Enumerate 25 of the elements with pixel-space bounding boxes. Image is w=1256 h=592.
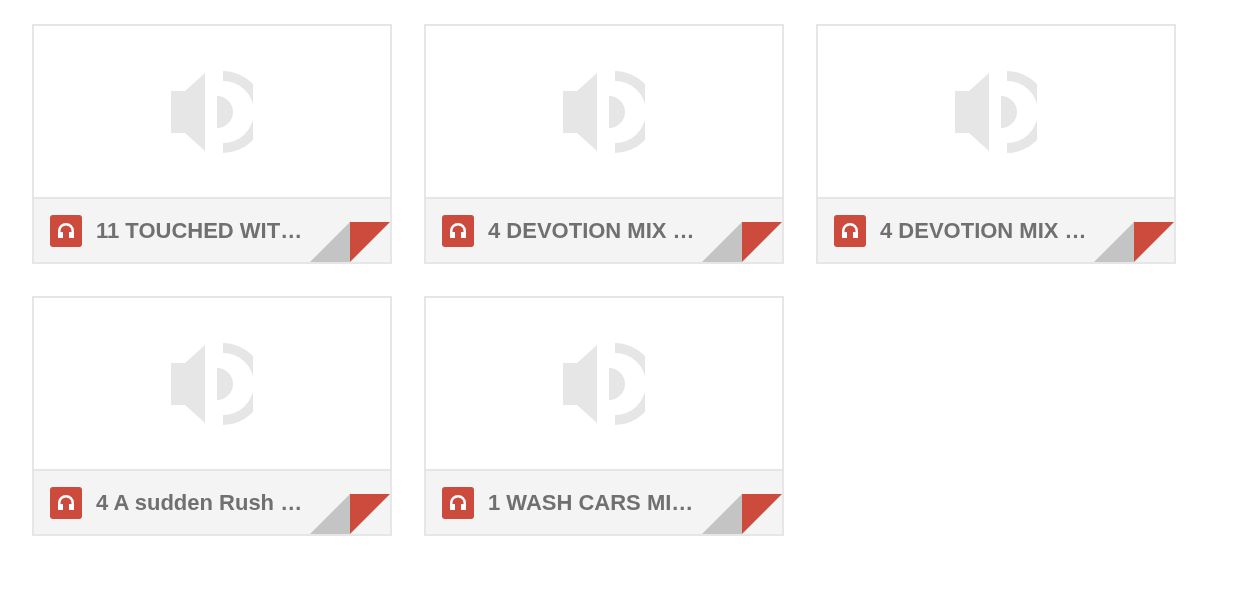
page-curl-icon (310, 494, 390, 534)
file-card[interactable]: 4 DEVOTION MIX … (816, 24, 1176, 264)
file-title: 4 A sudden Rush … (96, 489, 303, 516)
speaker-icon (563, 342, 645, 425)
headphones-icon (50, 214, 82, 247)
headphones-icon (442, 214, 474, 247)
speaker-icon (171, 342, 253, 425)
file-title: 4 DEVOTION MIX … (880, 217, 1087, 244)
file-title: 11 TOUCHED WIT… (96, 217, 303, 244)
file-card[interactable]: 4 DEVOTION MIX … (424, 24, 784, 264)
headphones-icon (834, 214, 866, 247)
page-curl-icon (1094, 222, 1174, 262)
file-card[interactable]: 11 TOUCHED WIT… (32, 24, 392, 264)
file-title: 1 WASH CARS MI… (488, 489, 694, 516)
file-title: 4 DEVOTION MIX … (488, 217, 695, 244)
page-curl-icon (310, 222, 390, 262)
file-card[interactable]: 1 WASH CARS MI… (424, 296, 784, 536)
headphones-icon (50, 486, 82, 519)
speaker-icon (563, 70, 645, 153)
speaker-icon (955, 70, 1037, 153)
file-card[interactable]: 4 A sudden Rush … (32, 296, 392, 536)
page-curl-icon (702, 222, 782, 262)
headphones-icon (442, 486, 474, 519)
page-curl-icon (702, 494, 782, 534)
speaker-icon (171, 70, 253, 153)
